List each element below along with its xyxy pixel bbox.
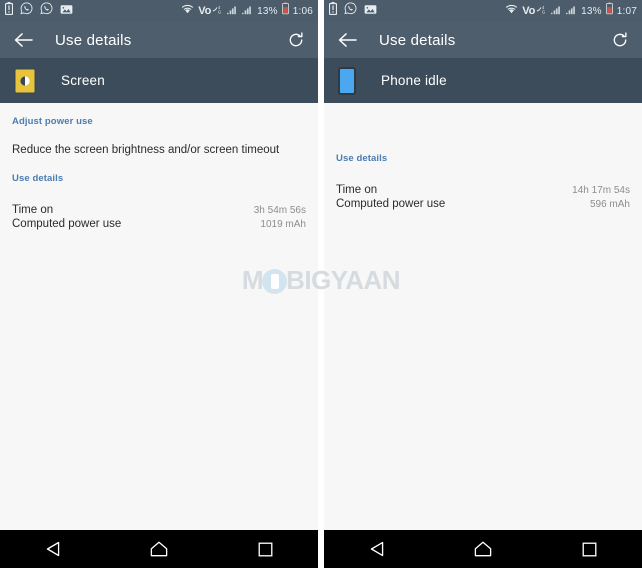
signal-bars-icon [551,2,562,20]
section-header-use-details: Use details [12,173,64,184]
nav-home-icon[interactable] [453,541,513,557]
row-key: Time on [336,184,378,196]
section-header-adjust-power-use: Adjust power use [12,116,93,127]
android-navigation-bar [0,530,318,568]
status-bar-left-icons [4,2,73,20]
app-header-phone-idle: Phone idle [324,58,642,103]
status-bar-right-icons: Vo 4G 13% 1:06 [181,2,313,20]
row-value: 3h 54m 56s [253,205,306,216]
volte-lte-glyph-icon: 4G [212,2,223,20]
refresh-icon[interactable] [612,32,628,48]
table-row: Time on 3h 54m 56s [12,204,306,216]
nav-back-icon[interactable] [23,541,83,557]
whatsapp-icon [20,2,33,20]
row-key: Computed power use [336,198,446,210]
row-key: Computed power use [12,218,122,230]
photo-icon [60,2,73,20]
status-bar: Vo 4G 13% 1:06 [0,0,318,22]
app-toolbar: Use details [324,22,642,58]
phone-screen-right: Vo 4G 13% 1:07 Use details Phone idle Us… [324,0,642,568]
app-header-label: Phone idle [381,73,447,88]
use-details-table: Time on 14h 17m 54s Computed power use 5… [336,164,630,210]
table-row: Computed power use 596 mAh [336,198,630,210]
whatsapp-icon [344,2,357,20]
nav-recents-icon[interactable] [559,542,619,557]
volte-lte-glyph-icon: 4G [536,2,547,20]
android-navigation-bar [324,530,642,568]
nav-recents-icon[interactable] [235,542,295,557]
back-arrow-icon[interactable] [338,32,357,48]
details-content: Adjust power use Reduce the screen brigh… [0,103,318,530]
signal-bars-icon [242,2,253,20]
battery-percent-label: 13% [257,5,278,17]
details-content: Use details Time on 14h 17m 54s Computed… [324,103,642,530]
battery-alert-icon [328,2,338,20]
table-row: Time on 14h 17m 54s [336,184,630,196]
app-header-screen: Screen [0,58,318,103]
clock-label: 1:07 [616,5,637,17]
svg-text:G: G [218,10,221,15]
nav-back-icon[interactable] [347,541,407,557]
app-toolbar: Use details [0,22,318,58]
row-value: 14h 17m 54s [572,185,630,196]
photo-icon [364,2,377,20]
signal-bars-icon [227,2,238,20]
volte-icon: Vo [522,5,536,17]
battery-percent-label: 13% [581,5,602,17]
battery-icon [281,2,289,20]
volte-icon: Vo [198,5,212,17]
battery-icon [605,2,613,20]
row-key: Time on [12,204,54,216]
use-details-table: Time on 3h 54m 56s Computed power use 10… [12,184,306,230]
svg-text:G: G [542,10,545,15]
wifi-icon [181,2,194,20]
clock-label: 1:06 [292,5,313,17]
status-bar-right-icons: Vo 4G 13% 1:07 [505,2,637,20]
page-title: Use details [379,31,456,49]
dual-screenshot-container: Vo 4G 13% 1:06 Use details Screen Adjust… [0,0,642,568]
status-bar-left-icons [328,2,377,20]
app-header-label: Screen [61,73,105,88]
phone-idle-icon [338,66,356,95]
phone-screen-left: Vo 4G 13% 1:06 Use details Screen Adjust… [0,0,318,568]
signal-bars-icon [566,2,577,20]
page-title: Use details [55,31,132,49]
battery-alert-icon [4,2,14,20]
whatsapp-icon [40,2,53,20]
row-value: 1019 mAh [260,219,306,230]
nav-home-icon[interactable] [129,541,189,557]
status-bar: Vo 4G 13% 1:07 [324,0,642,22]
wifi-icon [505,2,518,20]
back-arrow-icon[interactable] [14,32,33,48]
refresh-icon[interactable] [288,32,304,48]
section-header-use-details: Use details [336,153,388,164]
table-row: Computed power use 1019 mAh [12,218,306,230]
screen-brightness-icon [14,67,36,94]
adjust-power-use-description: Reduce the screen brightness and/or scre… [12,144,280,156]
row-value: 596 mAh [589,199,630,210]
